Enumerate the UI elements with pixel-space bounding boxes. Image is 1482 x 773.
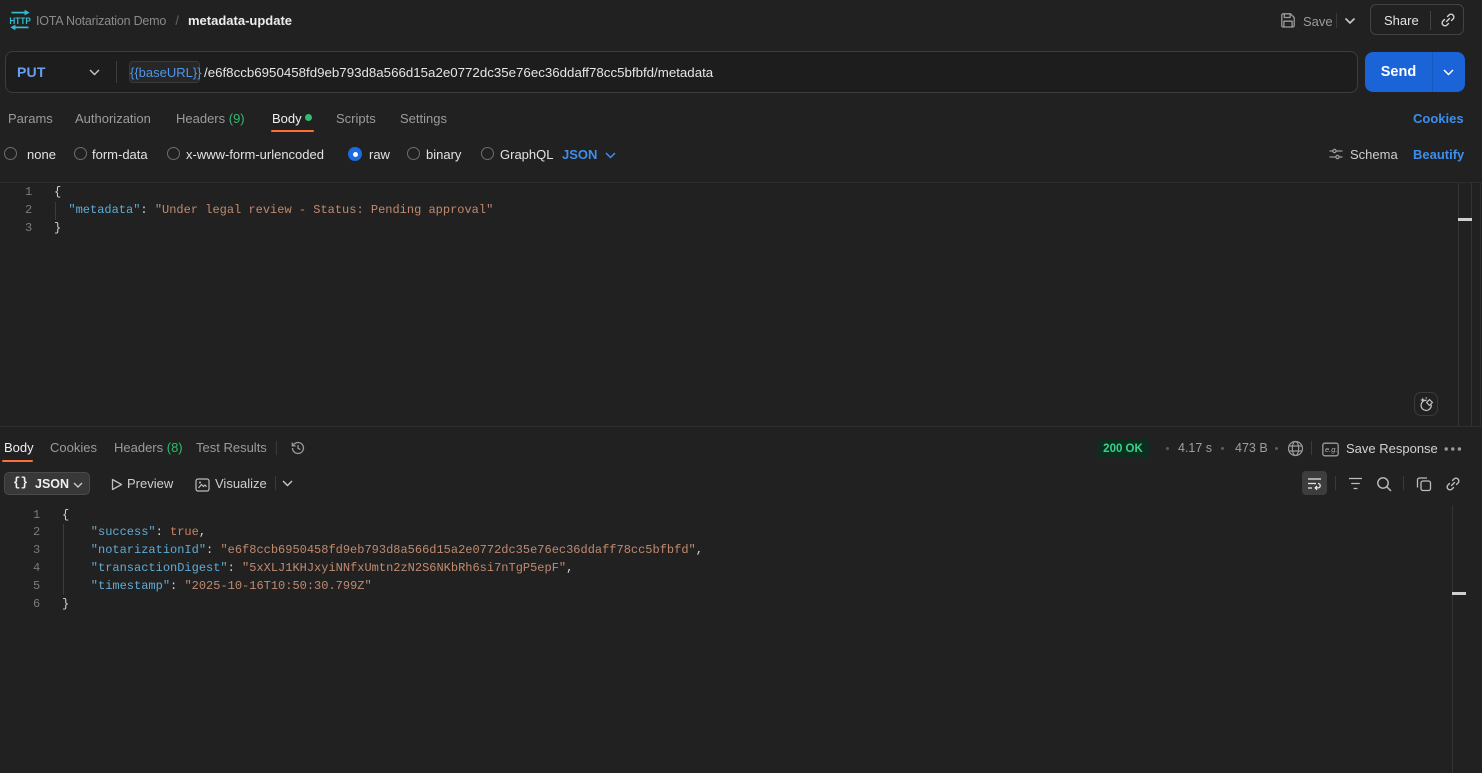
svg-text:e.g.: e.g. [1325, 445, 1338, 454]
svg-text:HTTP: HTTP [9, 16, 31, 27]
